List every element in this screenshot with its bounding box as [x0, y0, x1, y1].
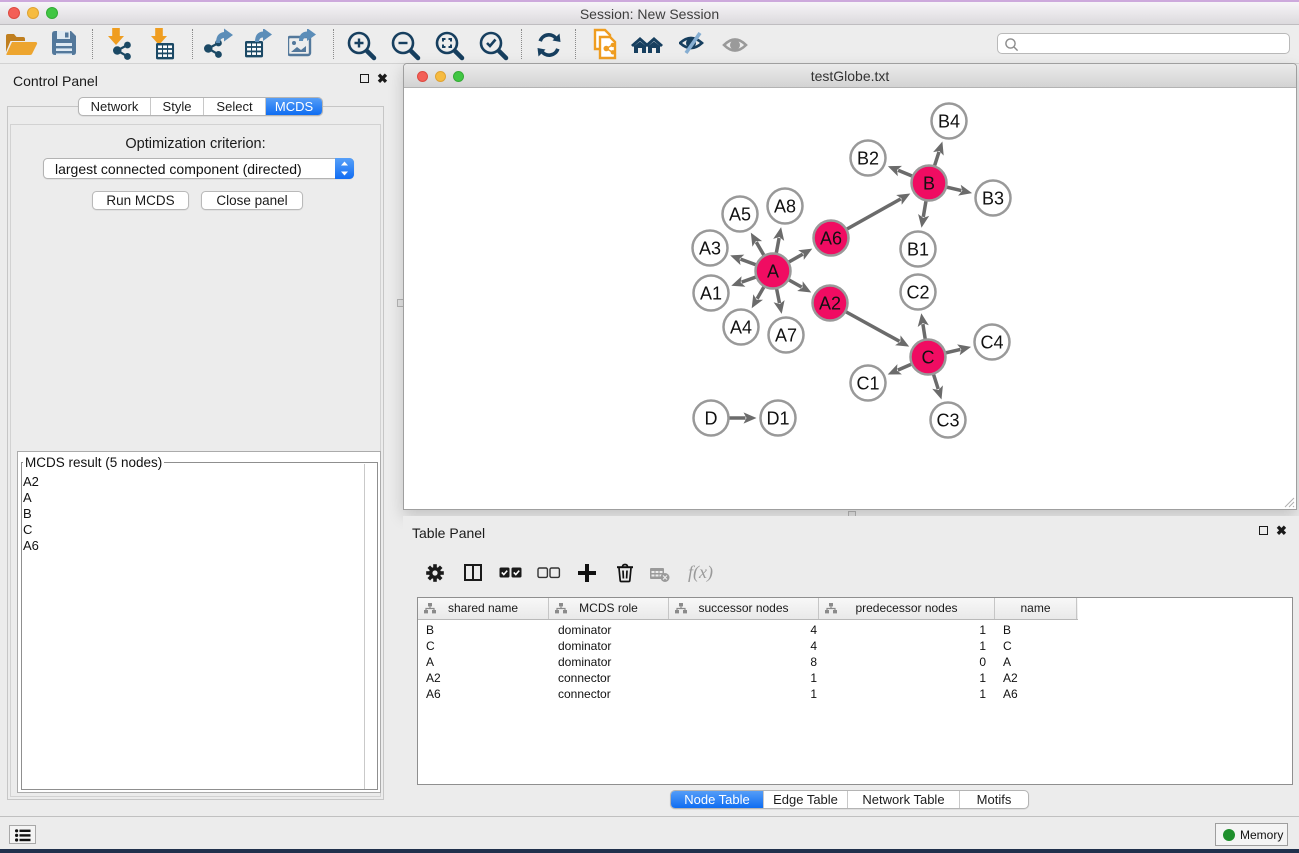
- svg-text:A1: A1: [700, 284, 722, 304]
- svg-text:A5: A5: [729, 205, 751, 225]
- svg-text:B: B: [923, 174, 935, 194]
- svg-text:C2: C2: [906, 283, 929, 303]
- svg-text:A2: A2: [819, 294, 841, 314]
- svg-text:C1: C1: [856, 374, 879, 394]
- svg-text:B2: B2: [857, 149, 879, 169]
- svg-text:B3: B3: [982, 189, 1004, 209]
- svg-text:C4: C4: [980, 333, 1003, 353]
- svg-text:A6: A6: [820, 229, 842, 249]
- svg-text:C: C: [922, 348, 935, 368]
- svg-text:A8: A8: [774, 197, 796, 217]
- svg-text:B4: B4: [938, 112, 960, 132]
- svg-text:C3: C3: [936, 411, 959, 431]
- svg-text:D: D: [705, 409, 718, 429]
- svg-text:A4: A4: [730, 318, 752, 338]
- svg-text:A7: A7: [775, 326, 797, 346]
- svg-text:B1: B1: [907, 240, 929, 260]
- svg-text:D1: D1: [766, 409, 789, 429]
- svg-text:A3: A3: [699, 239, 721, 259]
- svg-text:A: A: [767, 262, 779, 282]
